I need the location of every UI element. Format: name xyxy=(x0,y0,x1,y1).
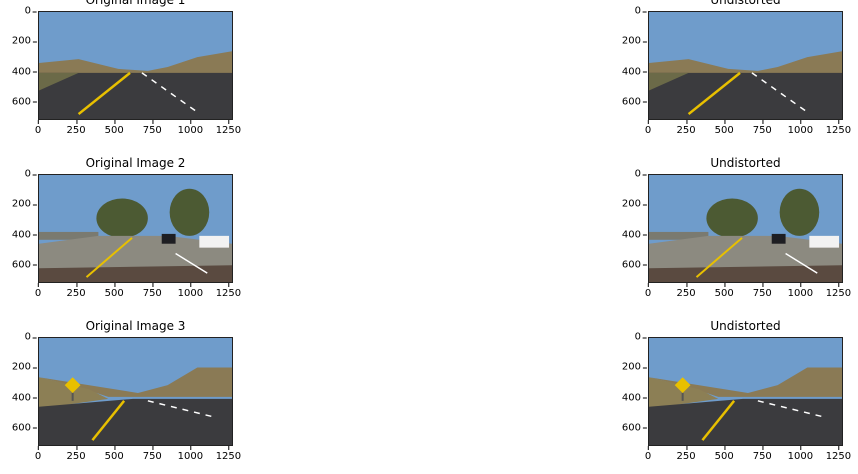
x-tick-label: 250 xyxy=(66,283,86,299)
x-tick-label: 250 xyxy=(676,446,696,462)
x-tick-label: 1000 xyxy=(787,120,814,136)
x-tick-label: 0 xyxy=(34,283,42,299)
panel-title: Original Image 2 xyxy=(85,156,186,170)
y-tick-label: 600 xyxy=(11,259,38,271)
y-tick-label: 200 xyxy=(11,361,38,373)
y-tick-label: 600 xyxy=(621,259,648,271)
x-tick-label: 1000 xyxy=(177,283,204,299)
x-tick-label: 0 xyxy=(644,446,652,462)
x-tick-label: 750 xyxy=(752,283,772,299)
y-tick-label: 600 xyxy=(621,422,648,434)
y-tick-label: 0 xyxy=(24,5,38,17)
x-tick-label: 250 xyxy=(66,120,86,136)
image-panel-1: Original Image 1 0 200 400 600 0 250 500 750 1000… xyxy=(12,0,241,136)
x-tick-label: 750 xyxy=(142,120,162,136)
x-tick-label: 750 xyxy=(752,446,772,462)
x-tick-label: 500 xyxy=(714,446,734,462)
x-tick-label: 0 xyxy=(34,446,42,462)
x-tick-label: 0 xyxy=(34,120,42,136)
x-tick-label: 0 xyxy=(644,283,652,299)
y-tick-label: 200 xyxy=(11,35,38,47)
y-tick-label: 600 xyxy=(621,96,648,108)
y-tick-label: 0 xyxy=(24,168,38,180)
road-image xyxy=(38,11,233,120)
x-tick-label: 250 xyxy=(676,283,696,299)
panel-title: Original Image 1 xyxy=(85,0,186,7)
image-panel-6: Undistorted 0 200 400 600 0 250 500 750 1000 1250 xyxy=(622,319,851,462)
y-tick-label: 0 xyxy=(24,331,38,343)
x-tick-label: 1000 xyxy=(177,446,204,462)
y-tick-label: 200 xyxy=(621,361,648,373)
x-tick-label: 750 xyxy=(142,446,162,462)
x-tick-label: 500 xyxy=(104,283,124,299)
image-panel-4: Undistorted 0 200 400 600 0 250 500 750 1000 1250 xyxy=(622,156,851,299)
y-tick-label: 400 xyxy=(11,392,38,404)
panel-title: Undistorted xyxy=(710,0,781,7)
y-tick-label: 0 xyxy=(634,168,648,180)
road-image xyxy=(648,11,843,120)
x-tick-label: 1000 xyxy=(787,283,814,299)
road-image xyxy=(648,174,843,283)
panel-title: Original Image 3 xyxy=(85,319,186,333)
x-tick-label: 1250 xyxy=(825,120,852,136)
x-tick-label: 1000 xyxy=(787,446,814,462)
x-tick-label: 0 xyxy=(644,120,652,136)
y-tick-label: 200 xyxy=(621,35,648,47)
x-tick-label: 1250 xyxy=(215,120,242,136)
x-tick-label: 1250 xyxy=(215,283,242,299)
x-tick-label: 1250 xyxy=(825,283,852,299)
x-tick-label: 500 xyxy=(104,120,124,136)
y-tick-label: 0 xyxy=(634,5,648,17)
y-tick-label: 200 xyxy=(11,198,38,210)
y-tick-label: 400 xyxy=(11,66,38,78)
x-tick-label: 250 xyxy=(66,446,86,462)
x-tick-label: 1250 xyxy=(825,446,852,462)
x-tick-label: 250 xyxy=(676,120,696,136)
x-tick-label: 500 xyxy=(104,446,124,462)
road-image xyxy=(38,337,233,446)
image-panel-3: Original Image 2 0 200 400 600 0 250 500 750 1000… xyxy=(12,156,241,299)
x-tick-label: 750 xyxy=(752,120,772,136)
panel-title: Undistorted xyxy=(710,156,781,170)
y-tick-label: 400 xyxy=(621,229,648,241)
x-tick-label: 1250 xyxy=(215,446,242,462)
y-tick-label: 600 xyxy=(11,96,38,108)
image-panel-5: Original Image 3 0 200 400 600 0 250 500 750 1000… xyxy=(12,319,241,462)
road-image xyxy=(648,337,843,446)
x-tick-label: 1000 xyxy=(177,120,204,136)
road-image xyxy=(38,174,233,283)
x-tick-label: 500 xyxy=(714,120,734,136)
x-tick-label: 500 xyxy=(714,283,734,299)
image-panel-2: Undistorted 0 200 400 600 0 250 500 750 1000 1250 xyxy=(622,0,851,136)
x-tick-label: 750 xyxy=(142,283,162,299)
y-tick-label: 400 xyxy=(621,66,648,78)
y-tick-label: 200 xyxy=(621,198,648,210)
y-tick-label: 400 xyxy=(11,229,38,241)
panel-title: Undistorted xyxy=(710,319,781,333)
y-tick-label: 400 xyxy=(621,392,648,404)
y-tick-label: 0 xyxy=(634,331,648,343)
y-tick-label: 600 xyxy=(11,422,38,434)
